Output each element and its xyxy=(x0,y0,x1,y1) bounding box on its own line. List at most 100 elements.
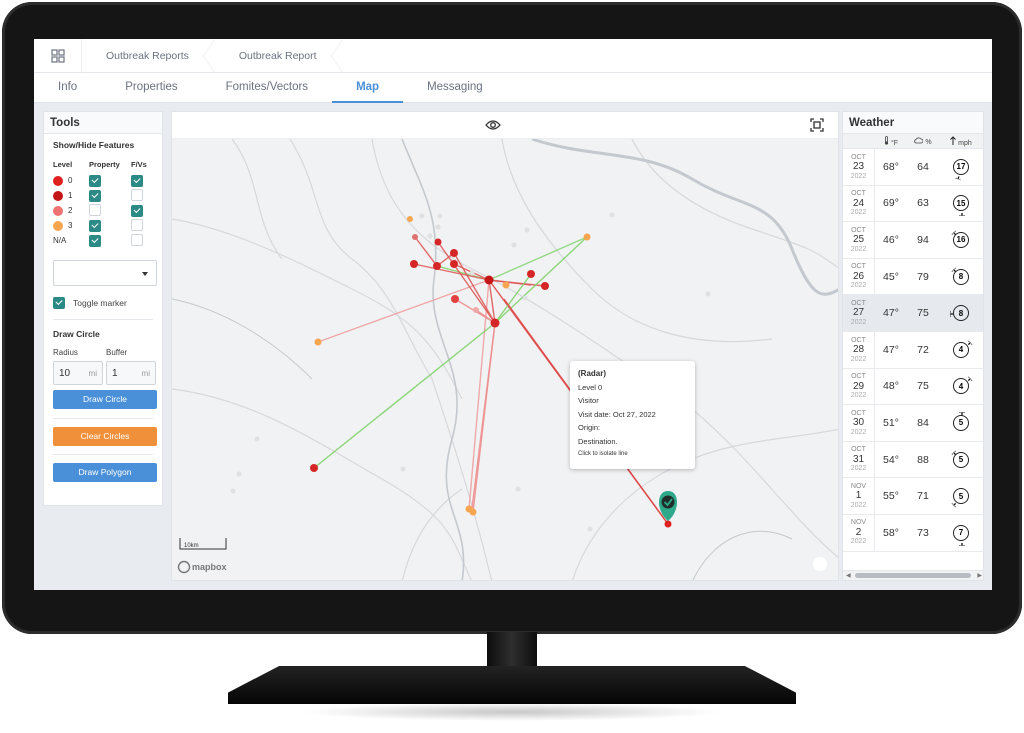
map-marker-dot[interactable] xyxy=(450,260,458,268)
info-control[interactable] xyxy=(813,557,827,571)
popup-hint[interactable]: Click to isolate line xyxy=(578,448,687,462)
fv-checkbox[interactable] xyxy=(131,188,143,201)
map-marker-dot[interactable] xyxy=(609,212,615,218)
property-checkbox[interactable] xyxy=(89,219,101,232)
level-row: N/A xyxy=(53,233,162,248)
map-marker-dot[interactable] xyxy=(410,260,418,268)
map-marker-dot[interactable] xyxy=(407,216,413,222)
map-marker-dot[interactable] xyxy=(469,270,475,276)
col-fv: F/Vs xyxy=(131,160,147,169)
map-marker-dot[interactable] xyxy=(515,486,521,492)
map-marker-dot[interactable] xyxy=(451,295,459,303)
map-marker-dot[interactable] xyxy=(236,471,242,477)
buffer-input[interactable]: 1 mi xyxy=(106,361,156,385)
map-marker-dot[interactable] xyxy=(433,262,441,270)
map-marker-dot[interactable] xyxy=(664,520,672,528)
fv-checkbox[interactable] xyxy=(131,233,143,246)
map-marker-dot[interactable] xyxy=(435,224,441,230)
weather-humidity: 84 xyxy=(917,416,929,429)
scroll-left-icon[interactable]: ◀ xyxy=(846,572,851,579)
connection-line[interactable] xyxy=(317,279,490,343)
map-marker-dot[interactable] xyxy=(522,295,528,301)
tab-info[interactable]: Info xyxy=(34,73,101,103)
map-marker-dot[interactable] xyxy=(705,291,711,297)
weather-row[interactable]: OCT 25 2022 46° 94 16 xyxy=(843,222,983,259)
connection-line[interactable] xyxy=(313,322,496,469)
map-marker-dot[interactable] xyxy=(254,436,260,442)
radius-input[interactable]: 10 mi xyxy=(53,361,103,385)
toggle-marker[interactable]: Toggle marker xyxy=(53,297,162,309)
weather-scrollbar[interactable]: ◀ ▶ xyxy=(843,570,983,580)
map-marker-dot[interactable] xyxy=(434,238,442,246)
map-marker-dot[interactable] xyxy=(473,307,479,313)
map-marker-dot[interactable] xyxy=(587,526,593,532)
weather-row[interactable]: OCT 24 2022 69° 63 15 xyxy=(843,185,983,223)
weather-humidity: 71 xyxy=(917,490,929,503)
property-checkbox[interactable] xyxy=(89,174,101,187)
fv-checkbox[interactable] xyxy=(131,204,143,217)
eye-icon[interactable] xyxy=(485,119,501,131)
tab-fomites-vectors[interactable]: Fomites/Vectors xyxy=(202,73,332,103)
clear-circles-button[interactable]: Clear Circles xyxy=(53,427,157,446)
apps-grid-icon[interactable] xyxy=(34,39,82,73)
weather-row[interactable]: OCT 23 2022 68° 64 17 xyxy=(843,149,983,186)
fv-checkbox[interactable] xyxy=(131,174,143,187)
weather-row[interactable]: NOV 1 2022 55° 71 5 xyxy=(843,478,983,515)
map-marker-dot[interactable] xyxy=(427,233,433,239)
map-marker-dot[interactable] xyxy=(524,227,530,233)
map-marker-dot[interactable] xyxy=(400,466,406,472)
weather-row[interactable]: NOV 2 2022 58° 73 7 xyxy=(843,514,983,552)
weather-row[interactable]: OCT 26 2022 45° 79 8 xyxy=(843,258,983,296)
weather-row[interactable]: OCT 27 2022 47° 75 8 xyxy=(843,295,983,332)
map-marker-dot[interactable] xyxy=(484,275,494,285)
map-marker-dot[interactable] xyxy=(583,233,591,241)
map-marker-dot[interactable] xyxy=(541,282,549,290)
map-marker-dot[interactable] xyxy=(511,242,517,248)
fv-checkbox[interactable] xyxy=(131,218,143,231)
map-marker-dot[interactable] xyxy=(502,281,510,289)
map-panel[interactable]: 10km mapbox (Radar) Level 0 Visitor Visi… xyxy=(171,111,839,581)
level-label: 0 xyxy=(68,176,73,185)
property-checkbox[interactable] xyxy=(89,203,101,216)
wind-direction-icon xyxy=(951,267,957,272)
weather-wind: 4 xyxy=(939,376,983,395)
connection-line[interactable] xyxy=(494,236,588,324)
map-marker-dot[interactable] xyxy=(527,270,535,278)
tab-messaging[interactable]: Messaging xyxy=(403,73,507,103)
map-marker-dot[interactable] xyxy=(437,213,443,219)
weather-row[interactable]: OCT 29 2022 48° 75 4 xyxy=(843,368,983,406)
breadcrumb-outbreak-report[interactable]: Outbreak Report xyxy=(215,39,343,73)
connection-line[interactable] xyxy=(414,236,438,267)
map-marker-dot[interactable] xyxy=(450,249,458,257)
map-marker-dot[interactable] xyxy=(490,318,500,328)
line-popup[interactable]: (Radar) Level 0 Visitor Visit date: Oct … xyxy=(570,361,695,469)
draw-circle-button[interactable]: Draw Circle xyxy=(53,390,157,409)
toggle-marker-checkbox[interactable] xyxy=(53,297,65,309)
connection-line[interactable] xyxy=(488,236,588,281)
feature-select[interactable] xyxy=(53,260,157,286)
breadcrumb-outbreak-reports[interactable]: Outbreak Reports xyxy=(82,39,215,73)
draw-polygon-button[interactable]: Draw Polygon xyxy=(53,463,157,482)
weather-row[interactable]: OCT 30 2022 51° 84 5 xyxy=(843,405,983,442)
tab-properties[interactable]: Properties xyxy=(101,73,201,103)
tab-map[interactable]: Map xyxy=(332,73,404,103)
map-marker-dot[interactable] xyxy=(230,488,236,494)
property-checkbox[interactable] xyxy=(89,189,101,202)
level-label: N/A xyxy=(53,236,67,245)
weather-date: OCT 26 2022 xyxy=(843,258,875,295)
map-marker-dot[interactable] xyxy=(412,234,418,240)
circle-input-labels: Radius Buffer xyxy=(53,348,162,357)
map-marker-dot[interactable] xyxy=(314,338,322,346)
fullscreen-icon[interactable] xyxy=(810,118,824,132)
scroll-right-icon[interactable]: ▶ xyxy=(977,572,982,579)
weather-row[interactable]: OCT 28 2022 47° 72 4 xyxy=(843,331,983,369)
scroll-thumb[interactable] xyxy=(855,573,971,578)
weather-row[interactable]: OCT 31 2022 54° 88 5 xyxy=(843,441,983,479)
monitor-neck xyxy=(487,632,537,668)
property-checkbox[interactable] xyxy=(89,234,101,247)
map-marker-dot[interactable] xyxy=(310,464,318,472)
map-marker-dot[interactable] xyxy=(419,213,425,219)
map-canvas[interactable]: 10km mapbox xyxy=(172,139,839,581)
map-marker-dot[interactable] xyxy=(469,508,477,516)
weather-day: 25 xyxy=(852,234,865,246)
